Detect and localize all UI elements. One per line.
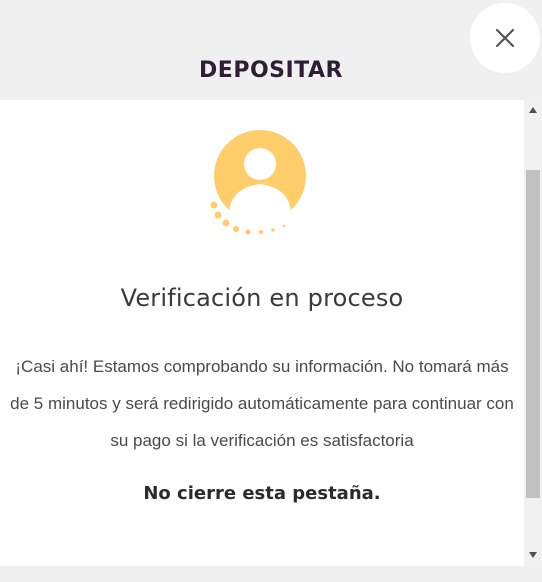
scroll-up-button[interactable] bbox=[524, 102, 542, 119]
user-avatar-icon bbox=[210, 130, 306, 235]
modal-header: DEPOSITAR bbox=[0, 0, 542, 100]
warning-text: No cierre esta pestaña. bbox=[143, 483, 381, 504]
close-icon bbox=[495, 28, 515, 48]
verification-message: ¡Casi ahí! Estamos comprobando su inform… bbox=[10, 357, 514, 450]
close-button[interactable] bbox=[470, 3, 540, 73]
scroll-thumb[interactable] bbox=[526, 170, 540, 498]
modal-title: DEPOSITAR bbox=[199, 58, 343, 83]
avatar bbox=[205, 128, 315, 240]
scroll-down-button[interactable] bbox=[524, 547, 542, 564]
scroll-up-icon bbox=[529, 107, 537, 113]
scroll-down-icon bbox=[529, 552, 537, 558]
modal-content: Verificación en proceso ¡Casi ahí! Estam… bbox=[0, 100, 524, 566]
verification-heading: Verificación en proceso bbox=[120, 284, 404, 312]
modal-footer-strip bbox=[0, 566, 542, 582]
scrollbar[interactable] bbox=[524, 100, 542, 566]
